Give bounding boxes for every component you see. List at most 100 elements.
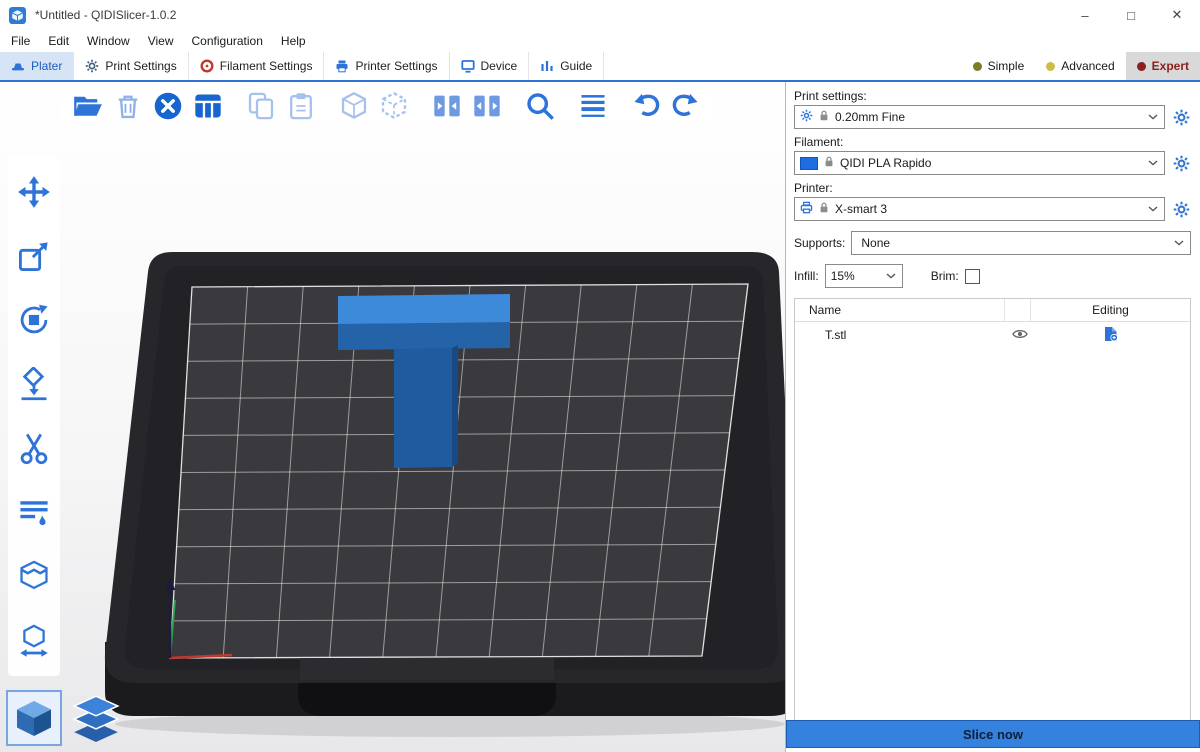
remove-instance-icon[interactable] xyxy=(377,89,411,123)
lock-icon xyxy=(823,155,835,171)
preview-icon[interactable] xyxy=(70,692,122,744)
infill-select[interactable]: 15% xyxy=(825,264,903,288)
supports-value: None xyxy=(857,236,1169,250)
print-settings-label: Print settings: xyxy=(794,89,1191,103)
cut-icon[interactable] xyxy=(13,427,55,469)
printer-value: X-smart 3 xyxy=(835,202,1143,216)
variable-layer-height-icon[interactable] xyxy=(576,89,610,123)
advanced-mode-dot-icon xyxy=(1046,62,1055,71)
printer-select[interactable]: X-smart 3 xyxy=(794,197,1165,221)
print-settings-select[interactable]: 0.20mm Fine xyxy=(794,105,1165,129)
top-toolbar xyxy=(60,86,714,126)
bed-scene xyxy=(0,82,785,752)
split-objects-icon[interactable] xyxy=(430,89,464,123)
printer-gear-button[interactable] xyxy=(1171,199,1191,219)
mode-switcher: Simple Advanced Expert xyxy=(962,52,1200,80)
edit-object-icon[interactable] xyxy=(1103,326,1118,345)
viewport-3d[interactable] xyxy=(0,82,785,752)
menu-edit[interactable]: Edit xyxy=(39,30,78,52)
undo-icon[interactable] xyxy=(629,89,663,123)
chevron-down-icon xyxy=(1148,160,1159,166)
filament-value: QIDI PLA Rapido xyxy=(840,156,1143,170)
chevron-down-icon xyxy=(1148,114,1159,120)
3d-editor-view-icon[interactable] xyxy=(8,692,60,744)
chevron-down-icon xyxy=(1174,240,1185,246)
close-button[interactable]: ✕ xyxy=(1154,0,1200,30)
column-editing: Editing xyxy=(1030,299,1190,321)
filament-select[interactable]: QIDI PLA Rapido xyxy=(794,151,1165,175)
infill-label: Infill: xyxy=(794,269,819,283)
filament-gear-button[interactable] xyxy=(1171,153,1191,173)
tab-filament-settings[interactable]: Filament Settings xyxy=(189,52,325,80)
print-settings-gear-button[interactable] xyxy=(1171,107,1191,127)
mode-expert[interactable]: Expert xyxy=(1126,52,1200,80)
open-folder-icon[interactable] xyxy=(71,89,105,123)
infill-value: 15% xyxy=(831,269,881,283)
chevron-down-icon xyxy=(1148,206,1159,212)
tab-bar: Plater Print Settings Filament Settings … xyxy=(0,52,1200,82)
object-row[interactable]: T.stl xyxy=(795,322,1190,348)
scale-icon[interactable] xyxy=(13,235,55,277)
simple-mode-dot-icon xyxy=(973,62,982,71)
eye-icon[interactable] xyxy=(1012,328,1028,343)
seam-icon[interactable] xyxy=(13,555,55,597)
copy-icon[interactable] xyxy=(244,89,278,123)
mode-simple[interactable]: Simple xyxy=(962,52,1036,80)
menu-help[interactable]: Help xyxy=(272,30,315,52)
measure-icon[interactable] xyxy=(13,619,55,661)
title-bar: *Untitled - QIDISlicer-1.0.2 – □ ✕ xyxy=(0,0,1200,30)
redo-icon[interactable] xyxy=(669,89,703,123)
settings-panel: Print settings: 0.20mm Fine xyxy=(785,82,1199,752)
menu-bar: File Edit Window View Configuration Help xyxy=(0,30,1200,52)
device-icon xyxy=(461,59,475,73)
object-name: T.stl xyxy=(795,328,1004,342)
maximize-button[interactable]: □ xyxy=(1108,0,1154,30)
filament-label: Filament: xyxy=(794,135,1191,149)
rotate-icon[interactable] xyxy=(13,299,55,341)
view-toggles xyxy=(8,692,122,744)
chevron-down-icon xyxy=(886,273,897,279)
paste-icon[interactable] xyxy=(284,89,318,123)
tab-plater[interactable]: Plater xyxy=(0,52,74,80)
brim-checkbox[interactable] xyxy=(965,269,980,284)
delete-all-icon[interactable] xyxy=(151,89,185,123)
menu-configuration[interactable]: Configuration xyxy=(183,30,272,52)
object-list-header: Name Editing xyxy=(795,299,1190,322)
left-toolbar xyxy=(8,156,60,676)
paint-supports-icon[interactable] xyxy=(13,491,55,533)
lock-icon xyxy=(818,201,830,217)
printer-icon xyxy=(800,201,813,217)
tab-printer-settings[interactable]: Printer Settings xyxy=(324,52,449,80)
printer-settings-icon xyxy=(335,59,349,73)
print-settings-value: 0.20mm Fine xyxy=(835,110,1143,124)
delete-icon[interactable] xyxy=(111,89,145,123)
search-icon[interactable] xyxy=(523,89,557,123)
split-parts-icon[interactable] xyxy=(470,89,504,123)
menu-window[interactable]: Window xyxy=(78,30,139,52)
menu-file[interactable]: File xyxy=(2,30,39,52)
print-settings-icon xyxy=(85,59,99,73)
preset-gear-icon xyxy=(800,109,813,125)
supports-label: Supports: xyxy=(794,236,845,250)
plater-icon xyxy=(11,59,25,73)
move-icon[interactable] xyxy=(13,171,55,213)
menu-view[interactable]: View xyxy=(139,30,183,52)
object-list: Name Editing T.stl xyxy=(794,298,1191,730)
lock-icon xyxy=(818,109,830,125)
mode-advanced[interactable]: Advanced xyxy=(1035,52,1125,80)
printer-label: Printer: xyxy=(794,181,1191,195)
tab-guide[interactable]: Guide xyxy=(529,52,604,80)
tab-print-settings[interactable]: Print Settings xyxy=(74,52,188,80)
add-instance-icon[interactable] xyxy=(337,89,371,123)
tab-device[interactable]: Device xyxy=(450,52,530,80)
slice-now-button[interactable]: Slice now xyxy=(786,720,1200,748)
supports-select[interactable]: None xyxy=(851,231,1191,255)
filament-color-swatch xyxy=(800,157,818,170)
brim-label: Brim: xyxy=(931,269,959,283)
guide-icon xyxy=(540,59,554,73)
place-on-face-icon[interactable] xyxy=(13,363,55,405)
arrange-icon[interactable] xyxy=(191,89,225,123)
column-visibility xyxy=(1004,299,1030,321)
window-title: *Untitled - QIDISlicer-1.0.2 xyxy=(35,8,176,22)
minimize-button[interactable]: – xyxy=(1062,0,1108,30)
